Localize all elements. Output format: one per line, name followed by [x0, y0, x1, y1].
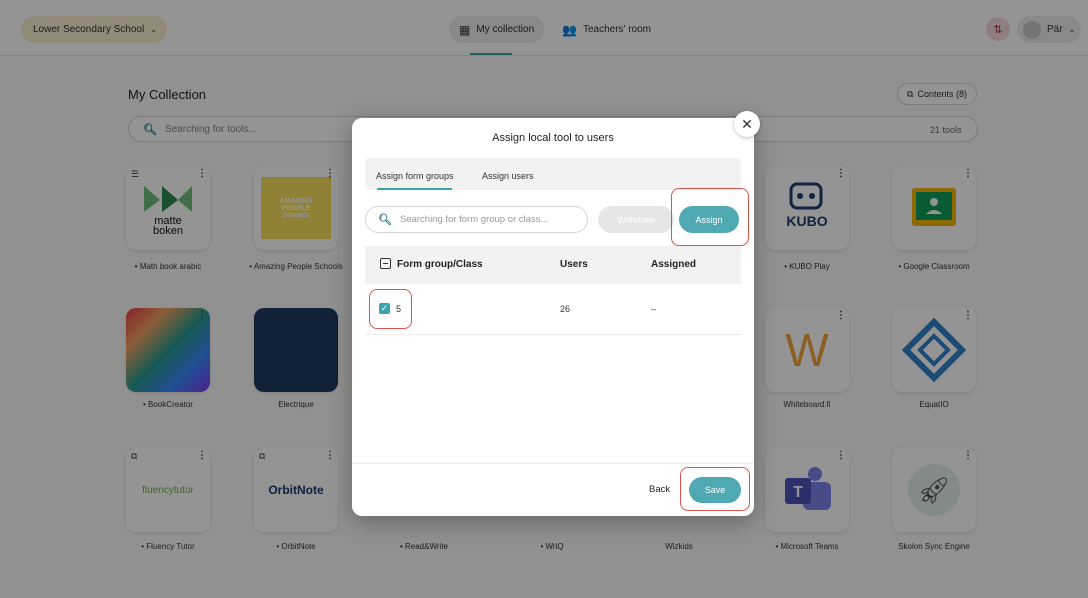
row-assigned: – — [651, 304, 657, 314]
withdraw-button[interactable]: Withdraw — [598, 206, 674, 233]
select-all-checkbox[interactable] — [380, 258, 391, 269]
save-highlight — [680, 467, 750, 511]
tab-assign-users[interactable]: Assign users — [482, 171, 534, 181]
row-divider — [365, 334, 741, 335]
form-group-search-input[interactable]: 🔍︎ Searching for form group or class... — [365, 206, 588, 233]
form-group-search-placeholder: Searching for form group or class... — [399, 214, 549, 225]
footer-divider — [352, 463, 754, 464]
search-icon: 🔍︎ — [378, 214, 392, 226]
column-assigned: Assigned — [651, 259, 697, 270]
row-users: 26 — [560, 304, 571, 314]
column-users: Users — [560, 259, 588, 270]
modal-title: Assign local tool to users — [492, 132, 614, 144]
assign-modal: Assign local tool to users Assign form g… — [352, 118, 754, 516]
back-button[interactable]: Back — [649, 484, 670, 495]
column-form-group: Form group/Class — [397, 259, 483, 270]
assign-highlight — [671, 188, 749, 246]
close-icon[interactable]: ✕ — [734, 111, 760, 137]
checkbox-highlight — [369, 289, 412, 329]
active-tab-underline — [377, 188, 452, 190]
tab-assign-form-groups[interactable]: Assign form groups — [376, 171, 454, 181]
